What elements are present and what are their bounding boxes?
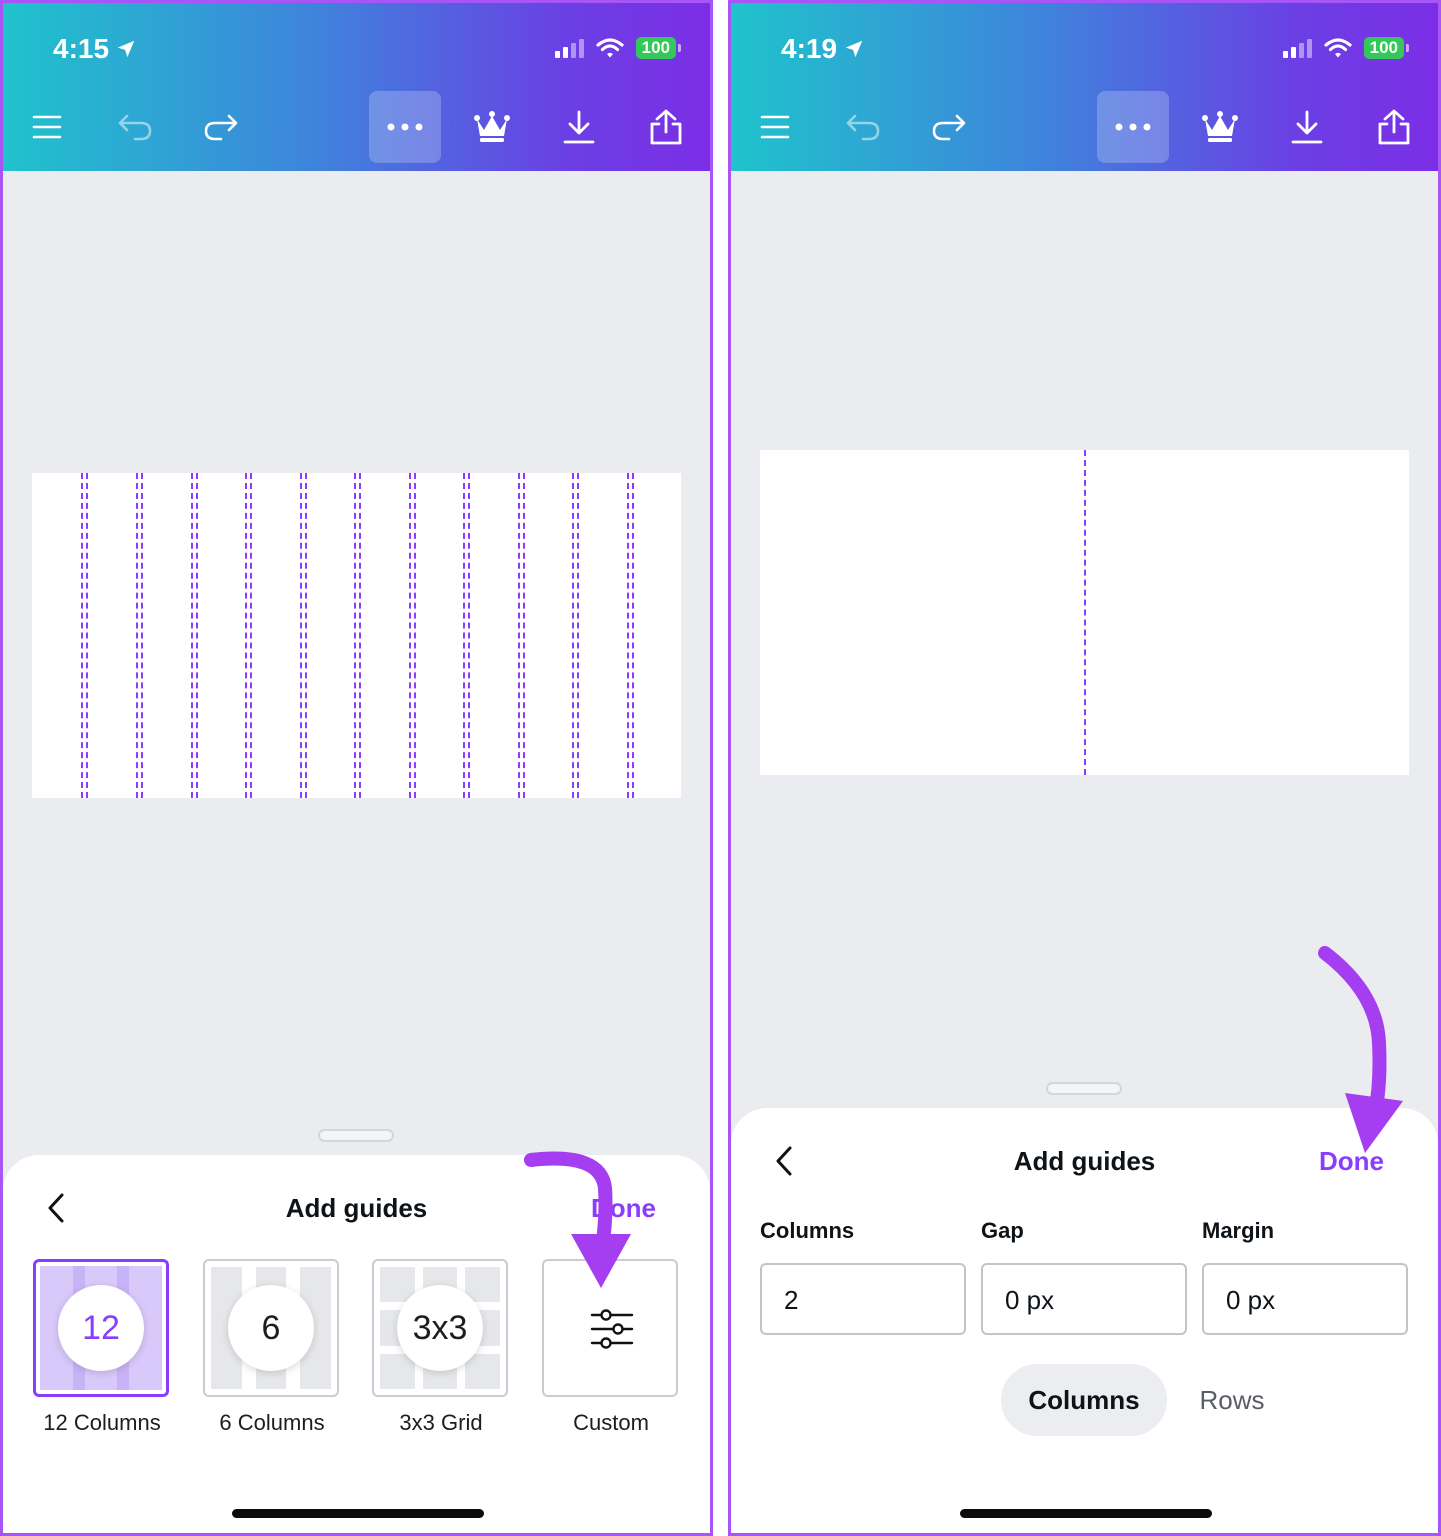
more-button[interactable] [1097, 91, 1169, 163]
battery-indicator: 100 [635, 37, 682, 59]
redo-button[interactable] [185, 91, 257, 163]
design-canvas[interactable] [32, 473, 681, 798]
home-indicator [960, 1509, 1212, 1518]
wifi-icon [596, 38, 624, 58]
download-button[interactable] [543, 91, 615, 163]
editor-header: 4:19 100 [731, 3, 1438, 171]
add-guides-sheet: Add guides Done Columns Gap Margin 2 0 p… [731, 1108, 1438, 1533]
more-button[interactable] [369, 91, 441, 163]
signal-icon [1282, 38, 1312, 58]
preset-6-columns[interactable]: 6 [203, 1259, 339, 1397]
sliders-icon [590, 1309, 634, 1349]
annotation-arrow-icon [524, 1151, 631, 1288]
undo-button[interactable] [99, 91, 171, 163]
menu-icon [760, 115, 790, 139]
undo-button[interactable] [827, 91, 899, 163]
preset-12-columns[interactable]: 12 [33, 1259, 169, 1397]
status-icons: 100 [554, 37, 682, 59]
status-time: 4:19 [781, 33, 865, 65]
download-icon [1291, 110, 1323, 144]
preset-badge: 12 [58, 1285, 144, 1371]
preset-label: Custom [573, 1410, 649, 1435]
preset-badge: 6 [228, 1285, 314, 1371]
status-time: 4:15 [53, 33, 137, 65]
more-icon [1115, 123, 1151, 131]
margin-input[interactable]: 0 px [1202, 1263, 1408, 1335]
redo-button[interactable] [913, 91, 985, 163]
download-button[interactable] [1271, 91, 1343, 163]
share-button[interactable] [1358, 91, 1430, 163]
tab-columns[interactable]: Columns [1001, 1364, 1167, 1436]
redo-icon [204, 114, 238, 141]
gap-input[interactable]: 0 px [981, 1263, 1187, 1335]
menu-icon [32, 115, 62, 139]
preset-label: 12 Columns [43, 1410, 161, 1435]
columns-input[interactable]: 2 [760, 1263, 966, 1335]
location-arrow-icon [845, 40, 863, 58]
preset-3x3-grid[interactable]: 3x3 [372, 1259, 508, 1397]
margin-label: Margin [1202, 1218, 1275, 1243]
tab-rows[interactable]: Rows [1177, 1364, 1287, 1436]
download-icon [563, 110, 595, 144]
premium-button[interactable] [1184, 91, 1256, 163]
editor-header: 4:15 100 [3, 3, 710, 171]
columns-label: Columns [760, 1218, 855, 1243]
wifi-icon [1324, 38, 1352, 58]
share-button[interactable] [630, 91, 702, 163]
location-arrow-icon [117, 40, 135, 58]
preset-badge: 3x3 [397, 1285, 483, 1371]
crown-icon [1202, 111, 1238, 142]
share-icon [650, 109, 682, 145]
premium-button[interactable] [456, 91, 528, 163]
more-icon [387, 123, 423, 131]
design-canvas[interactable] [760, 450, 1409, 775]
annotation-arrow-icon [1318, 946, 1403, 1153]
crown-icon [474, 111, 510, 142]
status-icons: 100 [1282, 37, 1410, 59]
preset-label: 3x3 Grid [399, 1410, 483, 1435]
undo-icon [118, 114, 152, 141]
home-indicator [232, 1509, 484, 1518]
preset-label: 6 Columns [219, 1410, 325, 1435]
battery-indicator: 100 [1363, 37, 1410, 59]
left-phone-screen: 4:15 100 Add guides Done 12 12 Columns 6… [0, 0, 713, 1536]
right-phone-screen: 4:19 100 Add guides Done Columns Gap Mar… [728, 0, 1441, 1536]
gap-label: Gap [981, 1218, 1024, 1243]
share-icon [1378, 109, 1410, 145]
menu-button[interactable] [11, 91, 83, 163]
signal-icon [554, 38, 584, 58]
menu-button[interactable] [739, 91, 811, 163]
undo-icon [846, 114, 880, 141]
sheet-drag-handle[interactable] [1046, 1082, 1122, 1095]
redo-icon [932, 114, 966, 141]
sheet-drag-handle[interactable] [318, 1129, 394, 1142]
